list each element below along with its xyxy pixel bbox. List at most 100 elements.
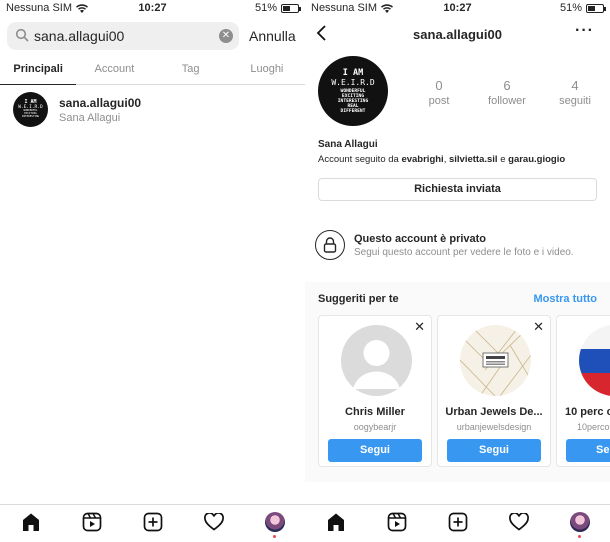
search-input[interactable]: sana.allagui00 xyxy=(34,28,124,44)
followed-by-user-3[interactable]: garau.giogio xyxy=(508,154,565,165)
suggestion-name: Chris Miller xyxy=(345,406,405,418)
search-result-item[interactable]: I AM W.E.I.R.D WONDERFUL EXCITING INTERE… xyxy=(13,92,141,127)
battery-fill xyxy=(588,5,595,11)
tab-reels[interactable] xyxy=(382,512,412,532)
follow-button[interactable]: Se xyxy=(566,439,610,462)
suggestion-card[interactable]: ✕ Urban Jewels De... urbanjewelsdesign S… xyxy=(437,315,551,467)
dismiss-icon[interactable]: ✕ xyxy=(414,319,425,335)
profile-full-name: Sana Allagui xyxy=(318,139,378,150)
urban-jewels-logo-icon xyxy=(460,325,531,396)
followed-by-user-2[interactable]: silvietta.sil xyxy=(449,154,498,165)
battery-percent: 51% xyxy=(254,2,277,14)
cancel-button[interactable]: Annulla xyxy=(249,28,296,44)
stat-posts-label: post xyxy=(428,95,450,107)
bottom-tab-bar xyxy=(305,504,610,542)
suggestion-username: 10perco xyxy=(577,422,610,432)
private-title: Questo account è privato xyxy=(354,232,487,245)
profile-picture[interactable]: I AM W.E.I.R.D WONDERFUL EXCITING INTERE… xyxy=(318,56,388,126)
battery-fill xyxy=(283,5,290,11)
tab-profile[interactable] xyxy=(260,511,290,538)
suggestion-name: Urban Jewels De... xyxy=(445,406,543,418)
battery-percent: 51% xyxy=(559,2,582,14)
new-post-icon xyxy=(448,512,467,531)
stat-posts[interactable]: 0 post xyxy=(409,78,469,107)
result-username: sana.allagui00 xyxy=(59,95,142,110)
status-bar: Nessuna SIM 10:27 51% xyxy=(0,0,305,16)
private-text: Questo account è privato Segui questo ac… xyxy=(354,233,574,258)
tab-tag[interactable]: Tag xyxy=(153,59,229,84)
followed-by-user-1[interactable]: evabrighi xyxy=(401,154,443,165)
profile-avatar-icon xyxy=(569,511,590,532)
status-bar: Nessuna SIM 10:27 51% xyxy=(305,0,610,16)
activity-heart-icon xyxy=(203,512,224,531)
tab-activity[interactable] xyxy=(199,512,229,531)
profile-screen: Nessuna SIM 10:27 51% sana.allagui00 ···… xyxy=(305,0,610,542)
search-icon xyxy=(15,28,29,42)
suggestion-username: oogybearjr xyxy=(353,422,397,432)
notification-dot xyxy=(577,534,581,538)
request-sent-button[interactable]: Richiesta inviata xyxy=(318,178,597,201)
suggestion-name: 10 perc o xyxy=(565,406,610,418)
logo-line-5: INTERESTING xyxy=(21,114,40,118)
follow-button[interactable]: Segui xyxy=(447,439,541,462)
reels-icon xyxy=(387,512,406,531)
suggestion-avatar[interactable] xyxy=(341,325,412,396)
suggestion-card[interactable]: 10 perc o 10perco Se xyxy=(556,315,610,467)
tab-account[interactable]: Account xyxy=(76,59,152,84)
dismiss-icon[interactable]: ✕ xyxy=(533,319,544,335)
stat-posts-value: 0 xyxy=(435,78,443,93)
bottom-tab-bar xyxy=(0,504,305,542)
suggestion-username: urbanjewelsdesign xyxy=(456,422,532,432)
stat-followers[interactable]: 6 follower xyxy=(477,78,537,107)
tab-activity[interactable] xyxy=(504,512,534,531)
profile-header: sana.allagui00 ··· xyxy=(305,22,610,46)
tab-new-post[interactable] xyxy=(138,512,168,532)
stat-following-label: seguiti xyxy=(559,95,591,107)
stat-following-value: 4 xyxy=(571,78,579,93)
clear-search-icon[interactable]: ✕ xyxy=(219,29,233,43)
activity-heart-icon xyxy=(508,512,529,531)
home-icon xyxy=(22,513,39,531)
suggestion-avatar[interactable] xyxy=(579,325,610,396)
private-account-notice: Questo account è privato Segui questo ac… xyxy=(315,230,574,260)
tab-home[interactable] xyxy=(16,512,46,532)
stat-followers-label: follower xyxy=(488,95,526,107)
tab-new-post[interactable] xyxy=(443,512,473,532)
followed-by-prefix: Account seguito da xyxy=(318,154,402,165)
home-icon xyxy=(327,513,344,531)
default-avatar-icon xyxy=(341,325,412,396)
tab-home[interactable] xyxy=(321,512,351,532)
battery-group: 51% xyxy=(254,2,301,14)
more-options-icon[interactable]: ··· xyxy=(575,22,594,40)
battery-group: 51% xyxy=(559,2,606,14)
suggestions-title: Suggeriti per te xyxy=(318,293,399,305)
logo-line-7: DIFFERENT xyxy=(340,109,366,114)
suggestion-card[interactable]: ✕ Chris Miller oogybearjr Segui xyxy=(318,315,432,467)
suggestions-section: Suggeriti per te Mostra tutto ✕ Chris Mi… xyxy=(305,282,610,482)
result-avatar: I AM W.E.I.R.D WONDERFUL EXCITING INTERE… xyxy=(13,92,48,127)
tab-profile[interactable] xyxy=(565,511,595,538)
private-subtitle: Segui questo account per vedere le foto … xyxy=(354,246,574,258)
followed-by-text[interactable]: Account seguito da evabrighi, silvietta.… xyxy=(318,154,565,165)
stat-following[interactable]: 4 seguiti xyxy=(545,78,605,107)
profile-username-title: sana.allagui00 xyxy=(413,27,502,42)
lock-icon xyxy=(315,230,345,260)
reels-icon xyxy=(82,512,101,531)
flag-avatar-icon xyxy=(579,325,610,396)
search-bar[interactable]: sana.allagui00 ✕ xyxy=(7,22,239,50)
result-fullname: Sana Allagui xyxy=(59,111,121,124)
tab-principali[interactable]: Principali xyxy=(0,59,77,85)
result-names: sana.allagui00 Sana Allagui xyxy=(59,96,141,124)
see-all-link[interactable]: Mostra tutto xyxy=(533,293,597,305)
search-tabs: Principali Account Tag Luoghi xyxy=(0,59,305,85)
follow-button[interactable]: Segui xyxy=(328,439,422,462)
tab-luoghi[interactable]: Luoghi xyxy=(229,59,305,84)
profile-stats: 0 post 6 follower 4 seguiti xyxy=(409,78,605,107)
new-post-icon xyxy=(143,512,162,531)
search-screen: Nessuna SIM 10:27 51% sana.allagui00 ✕ A… xyxy=(0,0,305,542)
notification-dot xyxy=(272,534,276,538)
profile-avatar-icon xyxy=(264,511,285,532)
suggestion-avatar[interactable] xyxy=(460,325,531,396)
battery-icon xyxy=(281,3,301,13)
tab-reels[interactable] xyxy=(77,512,107,532)
